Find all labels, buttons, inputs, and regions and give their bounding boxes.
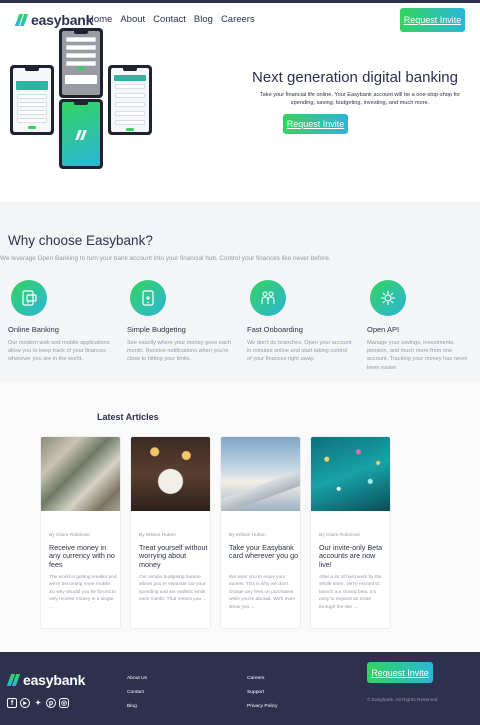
nav-link-contact[interactable]: Contact <box>153 14 186 25</box>
header-request-invite-button[interactable]: Request Invite <box>400 8 465 32</box>
article-card[interactable]: By Claire Robinson Our invite-only Beta … <box>310 436 391 629</box>
latest-articles-section: Latest Articles By Claire Robinson Recei… <box>0 382 480 652</box>
feature-text: See exactly where your money goes each m… <box>127 340 231 363</box>
nav-link-home[interactable]: Home <box>87 14 112 25</box>
article-excerpt: Our simple budgeting feature allows you … <box>139 575 207 603</box>
phone-mockup <box>108 65 152 135</box>
article-author: By Claire Robinson <box>319 533 361 538</box>
main-nav: Home About Contact Blog Careers <box>87 14 255 25</box>
article-card[interactable]: By Wilson Hutton Take your Easybank card… <box>220 436 301 629</box>
article-title[interactable]: Treat yourself without worrying about mo… <box>139 543 209 569</box>
footer-request-invite-button[interactable]: Request Invite <box>367 662 433 683</box>
logo-icon <box>14 14 29 26</box>
article-excerpt: We want you to enjoy your travels. This … <box>229 575 296 610</box>
pinterest-icon[interactable]: p <box>46 698 56 708</box>
article-author: By Wilson Hutton <box>139 533 176 538</box>
hero-request-invite-button[interactable]: Request Invite <box>283 114 348 134</box>
feature-text: We don't do branches. Open your account … <box>247 340 352 363</box>
footer-link-about[interactable]: About Us <box>127 676 147 681</box>
feature-title: Fast Onboarding <box>247 325 303 334</box>
feature-text: Manage your savings, investments, pensio… <box>367 340 468 371</box>
footer-logo-text: easybank <box>23 672 86 688</box>
nav-link-about[interactable]: About <box>120 14 145 25</box>
site-footer: easybank f ▸ ✦ p ◎ About Us Contact Blog… <box>0 652 480 725</box>
nav-link-blog[interactable]: Blog <box>194 14 213 25</box>
phone-mockup <box>59 99 103 169</box>
article-card[interactable]: By Claire Robinson Receive money in any … <box>40 436 121 629</box>
twitter-icon[interactable]: ✦ <box>33 698 43 708</box>
why-title: Why choose Easybank? <box>8 233 153 248</box>
article-author: By Claire Robinson <box>49 533 91 538</box>
phone-mockup <box>10 65 54 135</box>
footer-logo[interactable]: easybank <box>6 672 86 688</box>
footer-link-blog[interactable]: Blog <box>127 704 147 709</box>
instagram-icon[interactable]: ◎ <box>59 698 69 708</box>
feature-open-api: Open API Manage your savings, investment… <box>367 280 473 372</box>
articles-heading: Latest Articles <box>97 412 159 422</box>
logo-text: easybank <box>31 12 94 28</box>
footer-links-col1: About Us Contact Blog <box>127 676 147 718</box>
hero-section: Next generation digital banking Take you… <box>0 28 480 202</box>
restaurant-photo <box>131 437 210 511</box>
phone-mockup <box>59 28 103 98</box>
footer-link-contact[interactable]: Contact <box>127 690 147 695</box>
hero-title: Next generation digital banking <box>252 69 458 86</box>
feature-fast-onboarding: Fast Onboarding We don't do branches. Op… <box>247 280 353 364</box>
api-icon <box>370 280 406 316</box>
feature-title: Online Banking <box>8 325 59 334</box>
footer-links-col2: Careers Support Privacy Policy <box>247 676 277 718</box>
budgeting-icon <box>130 280 166 316</box>
social-links: f ▸ ✦ p ◎ <box>7 698 69 708</box>
logo-icon <box>6 674 21 686</box>
feature-title: Simple Budgeting <box>127 325 186 334</box>
confetti-photo <box>311 437 390 511</box>
feature-online-banking: Online Banking Our modern web and mobile… <box>8 280 114 364</box>
article-title[interactable]: Receive money in any currency with no fe… <box>49 543 119 569</box>
why-subtitle: We leverage Open Banking to turn your ba… <box>0 255 331 262</box>
youtube-icon[interactable]: ▸ <box>20 698 30 708</box>
currency-photo <box>41 437 120 511</box>
plane-photo <box>221 437 300 511</box>
article-card[interactable]: By Wilson Hutton Treat yourself without … <box>130 436 211 629</box>
nav-link-careers[interactable]: Careers <box>221 14 255 25</box>
article-title[interactable]: Take your Easybank card wherever you go <box>229 543 299 561</box>
why-choose-section: Why choose Easybank? We leverage Open Ba… <box>0 202 480 382</box>
hero-text: Take your financial life online. Your Ea… <box>259 92 461 106</box>
feature-simple-budgeting: Simple Budgeting See exactly where your … <box>127 280 233 364</box>
article-title[interactable]: Our invite-only Beta accounts are now li… <box>319 543 389 569</box>
feature-title: Open API <box>367 325 400 334</box>
footer-link-privacy[interactable]: Privacy Policy <box>247 704 277 709</box>
article-author: By Wilson Hutton <box>229 533 266 538</box>
footer-link-support[interactable]: Support <box>247 690 277 695</box>
online-banking-icon <box>11 280 47 316</box>
copyright-text: © Easybank. All Rights Reserved <box>367 698 438 703</box>
feature-text: Our modern web and mobile applications a… <box>8 340 110 363</box>
onboarding-icon <box>250 280 286 316</box>
footer-link-careers[interactable]: Careers <box>247 676 277 681</box>
article-excerpt: After a lot of hard work by the whole te… <box>319 575 382 610</box>
facebook-icon[interactable]: f <box>7 698 17 708</box>
article-excerpt: The world is getting smaller and we're b… <box>49 575 117 610</box>
brand-logo[interactable]: easybank <box>14 12 94 28</box>
